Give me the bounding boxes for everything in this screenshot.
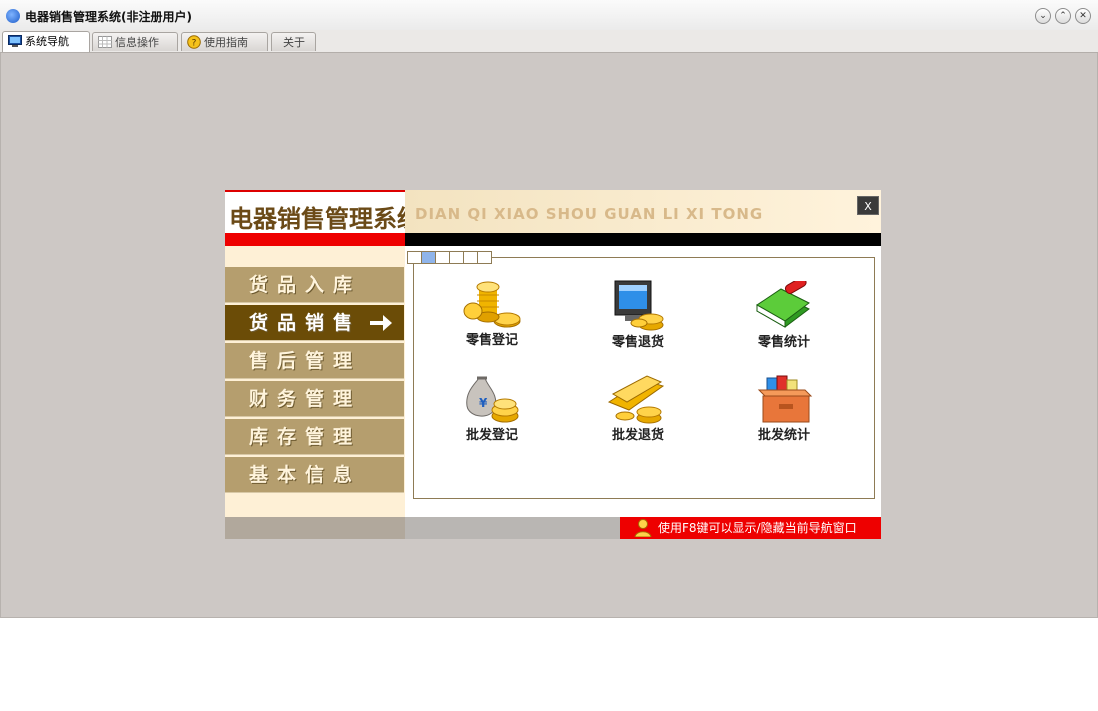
monitor-icon [8,35,22,47]
gold-bars-icon [607,375,665,424]
retail-return-label: 零售退货 [611,335,664,350]
footer-hint: 使用F8键可以显示/隐藏当前导航窗口 [620,517,881,539]
retail-return-button[interactable]: 零售退货 [592,279,684,357]
nav-item-stock-in[interactable]: 货品入库 [225,267,404,303]
wholesale-return-button[interactable]: 批发退货 [592,374,684,452]
function-area: 零售登记 零售退货 零售统计 ¥ 批发登记 批发退货 批发统计 [405,246,881,517]
monitor-coins-icon [614,280,664,331]
svg-text:?: ? [192,39,197,49]
arrow-right-icon [370,315,392,331]
footer-mid-bar [405,517,620,539]
app-window: 电器销售管理系统(非注册用户) ⌄ ⌃ ✕ 系统导航 信息操作 ? 使用指南 关… [0,0,1098,618]
help-icon: ? [187,35,201,49]
page-dot[interactable] [477,251,492,264]
navigation-panel: 电器销售管理系统 DIAN QI XIAO SHOU GUAN LI XI TO… [225,190,881,539]
page-dot-selected[interactable] [421,251,436,264]
tab-info-ops[interactable]: 信息操作 [92,32,178,51]
tab-bar: 系统导航 信息操作 ? 使用指南 关于 [0,30,1098,53]
file-box-icon [757,375,813,423]
panel-title: 电器销售管理系统 [229,204,421,233]
minimize-button[interactable]: ⌄ [1035,8,1051,24]
page-dot[interactable] [407,251,422,264]
panel-pinyin-title: DIAN QI XIAO SHOU GUAN LI XI TONG [415,205,764,223]
user-icon [634,519,652,537]
svg-text:¥: ¥ [479,396,488,410]
wholesale-return-label: 批发退货 [611,428,664,443]
title-bar: 电器销售管理系统(非注册用户) ⌄ ⌃ ✕ [0,0,1098,31]
panel-close-button[interactable]: X [857,196,879,215]
close-window-button[interactable]: ✕ [1075,8,1091,24]
gold-coins-icon [463,281,521,328]
tab-system-nav[interactable]: 系统导航 [2,31,90,52]
header-black-bar [405,233,881,246]
nav-item-inventory[interactable]: 库存管理 [225,419,404,455]
page-dot[interactable] [449,251,464,264]
module-sidebar: 货品入库 货品销售 售后管理 财务管理 库存管理 基本信息 [225,246,405,517]
nav-item-after-sales[interactable]: 售后管理 [225,343,404,379]
tab-label: 信息操作 [115,36,159,49]
nav-item-finance[interactable]: 财务管理 [225,381,404,417]
footer-hint-text: 使用F8键可以显示/隐藏当前导航窗口 [658,521,857,535]
retail-register-label: 零售登记 [465,333,518,348]
maximize-button[interactable]: ⌃ [1055,8,1071,24]
nav-item-basic-info[interactable]: 基本信息 [225,457,404,493]
page-dot[interactable] [463,251,478,264]
tab-label: 使用指南 [204,36,248,49]
nav-item-sales[interactable]: 货品销售 [225,305,404,341]
footer-left-bar [225,517,405,539]
retail-register-button[interactable]: 零售登记 [446,281,538,359]
tab-label: 系统导航 [25,35,69,48]
page-dot[interactable] [435,251,450,264]
green-book-icon [756,281,810,328]
retail-stats-label: 零售统计 [757,335,810,350]
grid-icon [98,36,112,48]
tab-label: 关于 [283,36,305,49]
wholesale-register-button[interactable]: ¥ 批发登记 [446,374,538,452]
tab-about[interactable]: 关于 [271,32,316,51]
money-bag-icon: ¥ [466,376,519,423]
nav-item-label: 货品销售 [249,312,362,334]
wholesale-register-label: 批发登记 [465,428,518,443]
retail-stats-button[interactable]: 零售统计 [738,281,830,359]
header-red-bar [225,233,405,246]
wholesale-stats-label: 批发统计 [757,428,810,443]
window-title: 电器销售管理系统(非注册用户) [25,10,192,24]
panel-header-left: 电器销售管理系统 [225,190,421,233]
panel-header-right: DIAN QI XIAO SHOU GUAN LI XI TONG [405,190,881,233]
app-logo-icon [6,9,20,23]
tab-user-guide[interactable]: ? 使用指南 [181,32,268,51]
page-indicator [407,251,492,264]
wholesale-stats-button[interactable]: 批发统计 [738,374,830,452]
